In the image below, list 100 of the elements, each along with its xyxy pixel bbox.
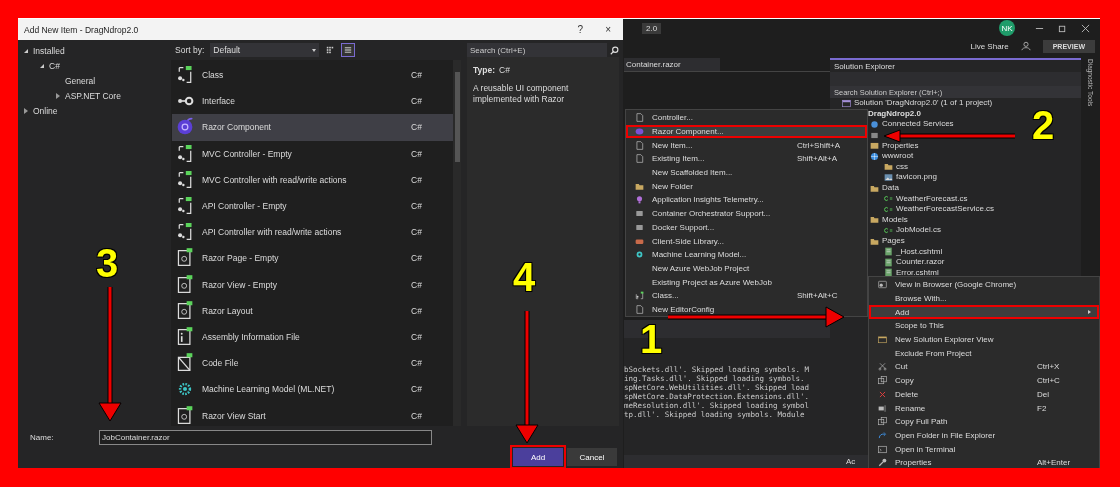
globe-icon — [870, 151, 879, 161]
menu-item[interactable]: New Scaffolded Item... — [626, 165, 867, 180]
tree-item[interactable]: Models — [882, 214, 908, 225]
page-file-icon — [884, 247, 893, 257]
add-button[interactable]: Add — [513, 448, 563, 466]
template-item[interactable]: API Controller - Empty C# — [172, 192, 453, 220]
menu-item[interactable]: Existing Project as Azure WebJob — [626, 275, 867, 289]
expand-arrow-icon[interactable] — [24, 48, 28, 53]
sort-label: Sort by: — [175, 45, 205, 55]
csharp-file-icon — [884, 204, 893, 214]
menu-item[interactable]: Open Folder in File Explorer — [869, 428, 1099, 443]
tree-item[interactable]: WeatherForecastService.cs — [896, 204, 995, 215]
menu-item[interactable]: Class... Shift+Alt+C — [626, 288, 867, 303]
menu-item[interactable]: Application Insights Telemetry... — [626, 193, 867, 207]
template-item[interactable]: Razor Page - Empty C# — [172, 245, 453, 272]
delete-icon — [877, 389, 887, 399]
class-template-icon — [176, 196, 194, 217]
template-item[interactable]: API Controller with read/write actions C# — [172, 219, 453, 246]
menu-item[interactable]: Container Orchestrator Support... — [626, 206, 867, 221]
menu-item[interactable]: Client-Side Library... — [626, 234, 867, 248]
template-item[interactable]: Razor View Start C# — [172, 402, 453, 429]
editor-tab[interactable]: Container.razor — [624, 58, 720, 71]
menu-item[interactable]: Open in Terminal — [869, 442, 1099, 456]
tree-item[interactable]: JobModel.cs — [896, 225, 941, 236]
menu-item[interactable]: Properties Alt+Enter — [869, 455, 1099, 468]
menu-item[interactable]: Razor Component... — [626, 124, 867, 139]
template-item[interactable]: MVC Controller - Empty C# — [172, 140, 453, 167]
window-icon — [877, 335, 887, 345]
menu-item[interactable]: New EditorConfig — [626, 302, 867, 317]
tree-item[interactable]: favicon.png — [896, 172, 937, 183]
code-file-icon — [176, 353, 194, 374]
expand-arrow-icon[interactable] — [40, 63, 44, 68]
tree-item[interactable]: Online — [33, 105, 58, 116]
tree-item[interactable]: Connected Services — [882, 119, 954, 130]
tree-item[interactable]: wwwroot — [882, 151, 914, 162]
name-field[interactable]: JobContainer.razor — [99, 429, 432, 445]
tree-item[interactable]: ASP.NET Core — [65, 90, 121, 101]
info-file-icon — [176, 326, 194, 347]
dialog-title: Add New Item - DragNdrop2.0 — [24, 24, 139, 35]
template-item[interactable]: Interface C# — [172, 88, 453, 115]
menu-item[interactable]: Cut Ctrl+X — [869, 360, 1099, 374]
list-view-button[interactable] — [341, 43, 356, 57]
tree-item[interactable]: Counter.razor — [896, 257, 945, 268]
tree-item[interactable]: Solution 'DragNdrop2.0' (1 of 1 project) — [854, 98, 993, 109]
help-button[interactable]: ? — [577, 24, 584, 35]
close-icon[interactable] — [1081, 23, 1090, 33]
menu-item[interactable]: Copy Ctrl+C — [869, 373, 1099, 388]
cancel-button[interactable]: Cancel — [567, 448, 617, 466]
template-item[interactable]: Class C# — [172, 62, 453, 89]
template-item[interactable]: Razor Component C# — [172, 114, 453, 141]
menu-item[interactable]: New Folder — [626, 179, 867, 194]
template-item[interactable]: Razor View - Empty C# — [172, 271, 453, 298]
person-icon[interactable] — [1020, 41, 1031, 51]
menu-item[interactable]: Existing Item... Shift+Alt+A — [626, 152, 867, 166]
restore-icon[interactable] — [1058, 23, 1067, 33]
menu-item[interactable]: Rename F2 — [869, 401, 1099, 415]
tree-item[interactable]: Pages — [882, 236, 905, 246]
tree-item[interactable]: Data — [882, 183, 899, 194]
menu-item[interactable]: Controller... — [626, 111, 867, 125]
menu-item[interactable]: View in Browser (Google Chrome) — [869, 278, 1099, 292]
menu-item[interactable]: Browse With... — [869, 291, 1099, 306]
tree-item[interactable]: css — [896, 161, 908, 172]
menu-item[interactable]: New Azure WebJob Project — [626, 261, 867, 276]
menu-item[interactable]: Copy Full Path — [869, 414, 1099, 429]
tree-item[interactable]: Installed — [33, 45, 65, 56]
menu-item[interactable]: Scope to This — [869, 319, 1099, 333]
template-item[interactable]: Machine Learning Model (ML.NET) C# — [172, 376, 453, 403]
menu-item[interactable]: Add — [869, 305, 1099, 320]
tree-item[interactable]: _Host.cshtml — [896, 246, 943, 257]
search-icon[interactable] — [610, 45, 619, 55]
menu-item[interactable]: Delete Del — [869, 387, 1099, 402]
menu-item[interactable]: Machine Learning Model... — [626, 247, 867, 262]
live-share-button[interactable]: Live Share — [970, 41, 1009, 51]
search-field[interactable]: Search (Ctrl+E) — [467, 43, 607, 57]
tree-item[interactable]: Error.cshtml — [896, 267, 939, 278]
sort-dropdown[interactable]: Default — [210, 43, 320, 57]
template-item[interactable]: Razor Layout C# — [172, 297, 453, 324]
menu-item[interactable]: Docker Support... — [626, 220, 867, 235]
template-item[interactable]: Code File C# — [172, 350, 453, 377]
menu-item[interactable]: New Solution Explorer View — [869, 332, 1099, 347]
tree-item[interactable]: WeatherForecast.cs — [896, 193, 968, 204]
tree-item[interactable]: General — [65, 75, 96, 86]
expand-arrow-icon[interactable] — [56, 92, 60, 99]
expand-arrow-icon[interactable] — [24, 107, 28, 114]
tree-item[interactable]: Properties — [882, 140, 919, 151]
document-icon — [634, 113, 644, 123]
razor-page-icon — [176, 274, 194, 295]
browser-icon — [877, 280, 887, 290]
template-item[interactable]: Assembly Information File C# — [172, 323, 453, 351]
menu-item[interactable]: New Item... Ctrl+Shift+A — [626, 138, 867, 153]
close-button[interactable]: × — [605, 24, 611, 35]
page-file-icon — [884, 257, 893, 267]
step-number: 1 — [640, 319, 663, 359]
curved-arrow-icon — [877, 430, 887, 440]
scrollbar[interactable] — [453, 60, 461, 426]
tree-item[interactable]: C# — [49, 60, 60, 71]
menu-item[interactable]: Exclude From Project — [869, 346, 1099, 361]
class-template-icon — [176, 65, 194, 86]
template-item[interactable]: MVC Controller with read/write actions C# — [172, 166, 453, 193]
tree-item[interactable]: DragNdrop2.0 — [868, 108, 921, 119]
